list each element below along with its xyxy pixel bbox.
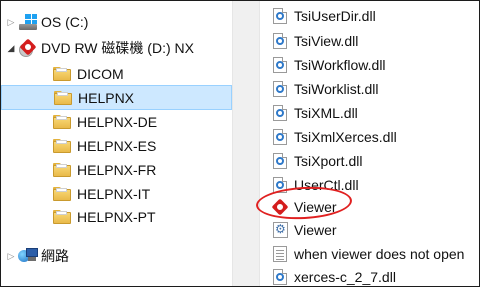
file-name: when viewer does not open <box>294 246 465 262</box>
file-item[interactable]: TsiUserDir.dll <box>260 4 479 28</box>
dll-icon <box>273 269 287 285</box>
nav-item-label: DVD RW 磁碟機 (D:) NX <box>41 40 194 56</box>
nav-item-os-c[interactable]: ▷ OS (C:) <box>1 10 232 34</box>
file-item[interactable]: when viewer does not open <box>260 242 479 266</box>
nav-item-label: HELPNX-FR <box>77 162 157 178</box>
nav-item-label: HELPNX-IT <box>77 186 151 202</box>
text-file-icon <box>273 246 287 262</box>
file-name: TsiUserDir.dll <box>294 8 376 24</box>
folder-icon <box>53 67 71 81</box>
nav-item-label: DICOM <box>77 66 124 82</box>
expand-arrow-icon[interactable]: ▷ <box>6 251 16 262</box>
nav-item-label: HELPNX-PT <box>77 209 156 225</box>
folder-icon <box>53 115 71 129</box>
config-file-icon <box>273 222 288 238</box>
file-item[interactable]: TsiXmlXerces.dll <box>260 125 479 149</box>
folder-icon <box>53 163 71 177</box>
folder-icon <box>53 187 71 201</box>
file-name: xerces-c_2_7.dll <box>294 269 396 285</box>
file-item[interactable]: xerces-c_2_7.dll <box>260 265 479 286</box>
folder-icon <box>53 139 71 153</box>
dll-icon <box>273 8 287 24</box>
file-name: TsiXML.dll <box>294 105 358 121</box>
file-name: TsiXport.dll <box>294 153 363 169</box>
file-name: Viewer <box>294 222 337 238</box>
nav-item-label: HELPNX-DE <box>77 114 158 130</box>
navigation-pane[interactable]: ▷ OS (C:) ◢ DVD RW 磁碟機 (D:) NX DICOM HEL… <box>1 1 232 286</box>
dll-icon <box>273 153 287 169</box>
network-icon <box>18 248 38 264</box>
nav-item-label: HELPNX-ES <box>77 138 157 154</box>
dll-icon <box>273 129 287 145</box>
nav-item-label: 網路 <box>41 248 69 264</box>
pane-splitter[interactable] <box>232 1 260 286</box>
expand-arrow-icon[interactable]: ▷ <box>6 17 16 28</box>
dll-icon <box>273 81 287 97</box>
file-item[interactable]: TsiXML.dll <box>260 101 479 125</box>
dll-icon <box>273 33 287 49</box>
folder-icon <box>53 210 71 224</box>
collapse-arrow-icon[interactable]: ◢ <box>6 43 16 54</box>
file-name: TsiWorklist.dll <box>294 81 379 97</box>
file-name: TsiXmlXerces.dll <box>294 129 397 145</box>
explorer-window: ▷ OS (C:) ◢ DVD RW 磁碟機 (D:) NX DICOM HEL… <box>0 0 480 287</box>
file-name: TsiWorkflow.dll <box>294 57 386 73</box>
dvd-drive-icon <box>17 38 39 57</box>
nav-item-helpnx-it[interactable]: HELPNX-IT <box>1 182 232 206</box>
nav-item-helpnx-es[interactable]: HELPNX-ES <box>1 134 232 158</box>
file-name: TsiView.dll <box>294 33 359 49</box>
nav-item-helpnx-de[interactable]: HELPNX-DE <box>1 110 232 134</box>
nav-item-label: HELPNX <box>78 89 135 106</box>
file-item[interactable]: TsiWorkflow.dll <box>260 53 479 77</box>
folder-icon <box>54 91 72 105</box>
dll-icon <box>273 105 287 121</box>
nav-item-dvd-drive[interactable]: ◢ DVD RW 磁碟機 (D:) NX <box>1 36 232 60</box>
file-item[interactable]: Viewer <box>260 218 479 242</box>
nav-item-network[interactable]: ▷ 網路 <box>1 244 232 268</box>
nav-item-label: OS (C:) <box>41 14 89 30</box>
file-item[interactable]: TsiView.dll <box>260 29 479 53</box>
file-list[interactable]: TsiUserDir.dll TsiView.dll TsiWorkflow.d… <box>260 1 479 286</box>
file-item[interactable]: TsiWorklist.dll <box>260 77 479 101</box>
file-item[interactable]: TsiXport.dll <box>260 149 479 173</box>
dll-icon <box>273 57 287 73</box>
nav-item-dicom[interactable]: DICOM <box>1 62 232 86</box>
nav-item-helpnx-pt[interactable]: HELPNX-PT <box>1 205 232 229</box>
nav-item-helpnx-fr[interactable]: HELPNX-FR <box>1 158 232 182</box>
os-drive-icon <box>19 14 37 30</box>
nav-item-helpnx[interactable]: HELPNX <box>1 85 232 110</box>
